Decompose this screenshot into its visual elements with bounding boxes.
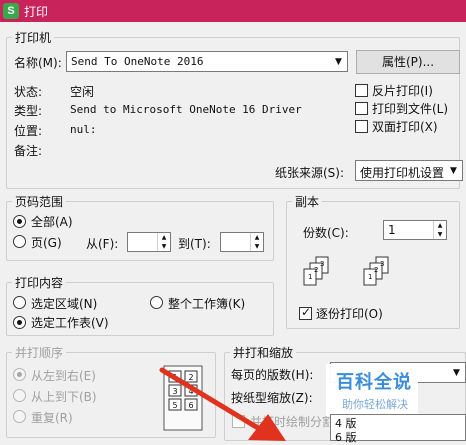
zoom-group-label: 并打和缩放 [230,344,297,361]
top-to-bottom-label[interactable]: 从上到下(B) [31,388,97,405]
page-range-group [6,201,274,261]
watermark-subtitle: 助你轻松解决 [342,398,408,411]
copies-spinner[interactable]: 1 ▲ ▼ [383,220,447,240]
watermark-title: 百科全说 [336,372,412,393]
collate-pages-icon: 3 2 1 3 2 1 [303,256,389,286]
from-label: 从(F): [86,237,119,251]
collate-stack-1-page-2: 2 [314,266,318,274]
selection-radio[interactable] [13,296,26,309]
print-order-preview-icon: 1 2 3 4 5 6 [163,365,203,431]
preview-page-6: 6 [188,401,193,410]
printer-name-label: 名称(M): [14,56,62,70]
printer-name-select[interactable]: Send To OneNote 2016 ▼ [66,51,348,72]
copies-count-label: 份数(C): [303,226,349,240]
duplex-print-checkbox[interactable] [355,120,368,133]
preview-page-5: 5 [172,401,177,410]
collate-stack-2-page-3: 3 [380,260,384,268]
preview-page-2: 2 [188,373,193,382]
repeat-radio[interactable] [13,410,26,423]
repeat-label[interactable]: 重复(R) [31,409,73,426]
from-page-spinner[interactable]: ▲ ▼ [127,232,171,252]
collate-stack-1-page-3: 3 [320,260,324,268]
entire-workbook-radio[interactable] [150,296,163,309]
pages-per-sheet-label: 每页的版数(H): [231,368,314,382]
page-range-radio[interactable] [13,235,26,248]
print-content-group-label: 打印内容 [12,274,67,291]
print-to-file-label[interactable]: 打印到文件(L) [372,100,448,117]
status-value: 空闲 [70,85,95,99]
chevron-down-icon: ▼ [453,367,460,378]
status-label: 状态: [14,85,43,99]
window-title: 打印 [24,5,49,19]
to-label: 到(T): [178,237,211,251]
print-order-group-label: 并打顺序 [12,344,67,361]
collate-label[interactable]: 逐份打印(O) [316,305,383,322]
properties-button[interactable]: 属性(P)... [356,50,460,74]
selection-label[interactable]: 选定区域(N) [31,295,97,312]
print-to-file-checkbox[interactable] [355,102,368,115]
baike-watermark: 百科全说 助你轻松解决 [326,364,418,416]
pages-per-sheet-dropdown-list[interactable]: 4 版 6 版 [330,414,466,444]
printer-group-label: 打印机 [12,29,55,46]
scale-to-paper-label: 按纸型缩放(Z): [231,391,313,405]
type-label: 类型: [14,104,43,118]
paper-source-label: 纸张来源(S): [275,166,345,180]
copies-group-label: 副本 [292,193,323,210]
reverse-print-label[interactable]: 反片打印(I) [372,82,433,99]
printer-name-value: Send To OneNote 2016 [71,55,204,68]
paper-source-value: 使用打印机设置 [360,166,445,180]
selected-sheet-label[interactable]: 选定工作表(V) [31,314,109,331]
all-pages-radio[interactable] [13,215,26,228]
comment-label: 备注: [14,144,43,158]
reverse-print-checkbox[interactable] [355,84,368,97]
spinner-arrows-icon[interactable]: ▲ ▼ [250,233,263,251]
draw-borders-checkbox[interactable] [232,415,245,428]
preview-page-4: 4 [188,387,193,396]
location-label: 位置: [14,124,43,138]
collate-checkbox[interactable] [299,305,312,320]
preview-page-1: 1 [172,373,177,382]
title-bar: S 打印 [0,0,466,22]
collate-stack-2-page-2: 2 [374,266,378,274]
all-pages-label[interactable]: 全部(A) [31,213,73,230]
spinner-arrows-icon[interactable]: ▲ ▼ [433,221,446,239]
collate-stack-2-page-1: 1 [368,273,372,281]
to-page-spinner[interactable]: ▲ ▼ [220,232,264,252]
page-range-group-label: 页码范围 [12,193,67,210]
location-value: nul: [70,123,97,136]
wps-app-icon: S [3,3,19,19]
type-value: Send to Microsoft OneNote 16 Driver [70,103,302,116]
copies-value: 1 [388,223,396,237]
dropdown-option-6[interactable]: 6 版 [335,429,357,445]
left-to-right-radio[interactable] [13,368,26,381]
left-to-right-label[interactable]: 从左到右(E) [31,367,96,384]
duplex-print-label[interactable]: 双面打印(X) [372,118,438,135]
top-to-bottom-radio[interactable] [13,389,26,402]
selected-sheet-radio[interactable] [13,316,26,329]
paper-source-select[interactable]: 使用打印机设置 ▼ [355,160,463,181]
draw-borders-label[interactable]: 并打时绘制分割 [250,413,334,430]
entire-workbook-label[interactable]: 整个工作簿(K) [168,295,245,312]
chevron-down-icon: ▼ [450,165,457,176]
preview-page-3: 3 [172,387,177,396]
collate-stack-1-page-1: 1 [308,273,312,281]
page-range-label[interactable]: 页(G) [31,234,62,251]
chevron-down-icon: ▼ [335,56,342,67]
spinner-arrows-icon[interactable]: ▲ ▼ [157,233,170,251]
